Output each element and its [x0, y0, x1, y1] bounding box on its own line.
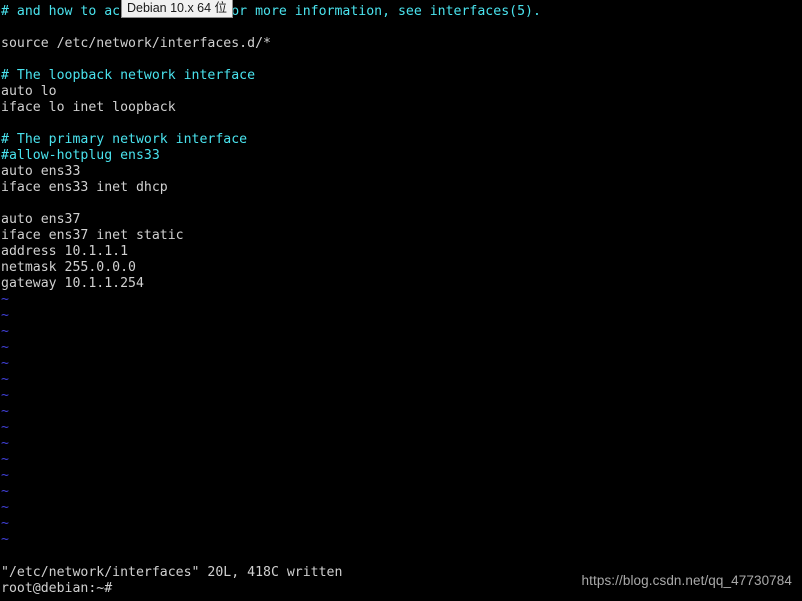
vim-buffer-line: auto lo [1, 84, 57, 99]
vim-empty-line-marker: ~ [1, 436, 9, 451]
vim-buffer-line: # The loopback network interface [1, 68, 256, 83]
vim-buffer-line: iface ens37 inet static [1, 228, 184, 243]
vim-buffer-line [0, 196, 802, 212]
vim-buffer-line: auto ens37 [1, 212, 81, 227]
vim-empty-line-marker: ~ [1, 468, 9, 483]
vim-buffer-line: source /etc/network/interfaces.d/* [1, 36, 271, 51]
vim-empty-line-marker: ~ [1, 372, 9, 387]
vim-buffer-line: iface lo inet loopback [1, 100, 176, 115]
vim-buffer-line: netmask 255.0.0.0 [1, 260, 136, 275]
vim-empty-line-marker: ~ [1, 500, 9, 515]
vim-empty-line-marker: ~ [1, 516, 9, 531]
vim-empty-line-marker: ~ [1, 308, 9, 323]
vim-empty-line-marker: ~ [1, 324, 9, 339]
vim-buffer-line: auto ens33 [1, 164, 81, 179]
vim-buffer-line [0, 20, 802, 36]
vim-empty-line-marker: ~ [1, 532, 9, 547]
vim-empty-line-marker: ~ [1, 340, 9, 355]
vm-name-tooltip: Debian 10.x 64 位 [121, 0, 234, 18]
vim-buffer-line: # The primary network interface [1, 132, 248, 147]
vim-text-buffer[interactable]: # and how to activate them. For more inf… [0, 0, 802, 548]
vim-buffer-line: gateway 10.1.1.254 [1, 276, 144, 291]
vim-empty-line-marker: ~ [1, 420, 9, 435]
vim-empty-line-marker: ~ [1, 404, 9, 419]
vim-buffer-line: #allow-hotplug ens33 [1, 148, 160, 163]
vim-empty-line-marker: ~ [1, 388, 9, 403]
vim-empty-line-marker: ~ [1, 292, 9, 307]
blog-watermark: https://blog.csdn.net/qq_47730784 [581, 573, 792, 588]
vim-buffer-line: address 10.1.1.1 [1, 244, 129, 259]
vim-empty-line-marker: ~ [1, 484, 9, 499]
vim-empty-line-marker: ~ [1, 356, 9, 371]
vim-buffer-line [0, 52, 802, 68]
vim-empty-line-marker: ~ [1, 452, 9, 467]
terminal-window[interactable]: # and how to activate them. For more inf… [0, 0, 802, 601]
vim-buffer-line: iface ens33 inet dhcp [1, 180, 168, 195]
vim-buffer-line [0, 116, 802, 132]
